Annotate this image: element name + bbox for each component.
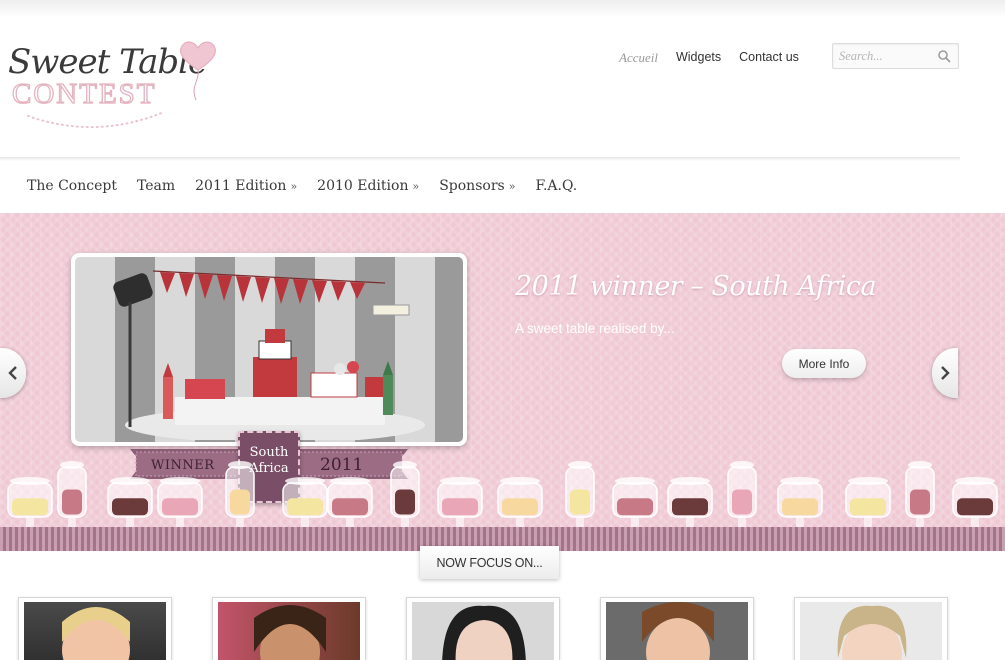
candy-fill — [672, 498, 708, 516]
jar-lid — [730, 461, 754, 469]
sweet-table-illustration — [113, 270, 425, 442]
scalloped-edge — [0, 209, 1005, 217]
jar-lid — [285, 477, 325, 485]
candy-fill — [230, 489, 250, 515]
jar-lid — [160, 477, 200, 485]
portrait-photo — [606, 602, 748, 660]
jar-lid — [500, 477, 540, 485]
nav-item-2010-edition[interactable]: 2010 Edition» — [317, 178, 419, 194]
jar-lid — [908, 461, 932, 469]
chevron-left-icon — [8, 366, 17, 380]
candy-fill — [502, 498, 538, 516]
slider-prev-button[interactable] — [0, 348, 26, 398]
jar-lid — [393, 461, 417, 469]
focus-thumbnail[interactable] — [212, 597, 366, 660]
logo-subtitle: CONTEST — [11, 77, 157, 110]
focus-thumbnail[interactable] — [600, 597, 754, 660]
candy-fill — [850, 498, 886, 516]
candy-fill — [112, 498, 148, 516]
candy-fill — [570, 489, 590, 515]
slide-image-frame[interactable] — [71, 253, 467, 446]
jar-lid — [10, 477, 50, 485]
slide-heading: 2011 winner – South Africa — [515, 271, 877, 302]
logo-dotted-swag — [27, 111, 165, 128]
jar-lid — [110, 477, 150, 485]
top-strip — [0, 0, 1005, 18]
jar-lid — [60, 461, 84, 469]
nav-item-team[interactable]: Team — [137, 178, 175, 194]
candy-fill — [162, 498, 198, 516]
top-nav-accueil[interactable]: Accueil — [610, 50, 667, 66]
focus-thumbnail[interactable] — [18, 597, 172, 660]
portrait-photo — [412, 602, 554, 660]
slide-photo-sweet-table — [75, 257, 463, 442]
featured-slider: WINNER South Africa 2011 2011 winner – S… — [0, 209, 1005, 551]
nav-item-label: F.A.Q. — [535, 178, 578, 194]
slider-next-button[interactable] — [932, 348, 958, 398]
top-navigation: Accueil Widgets Contact us — [610, 50, 808, 66]
nav-item-faq[interactable]: F.A.Q. — [535, 178, 577, 194]
search-icon[interactable] — [937, 49, 951, 63]
chevron-right-icon — [941, 366, 950, 380]
candy-fill — [732, 489, 752, 515]
submenu-arrow-icon: » — [290, 179, 298, 193]
main-navigation: The Concept Team 2011 Edition» 2010 Edit… — [27, 178, 597, 194]
top-nav-widgets[interactable]: Widgets — [667, 50, 730, 66]
jar-lid — [615, 477, 655, 485]
nav-item-label: 2011 Edition — [195, 178, 287, 194]
nav-item-label: 2010 Edition — [317, 178, 409, 194]
candy-fill — [782, 498, 818, 516]
jar-lid — [330, 477, 370, 485]
site-logo[interactable]: Sweet Table CONTEST — [6, 38, 221, 138]
top-nav-contact-us[interactable]: Contact us — [730, 50, 808, 66]
jar-lid — [670, 477, 710, 485]
submenu-arrow-icon: » — [412, 179, 420, 193]
nav-item-2011-edition[interactable]: 2011 Edition» — [195, 178, 297, 194]
search-input[interactable] — [839, 47, 934, 65]
more-info-button[interactable]: More Info — [782, 349, 866, 378]
jar-lid — [848, 477, 888, 485]
nav-item-label: Team — [136, 178, 176, 194]
jar-lid — [780, 477, 820, 485]
nav-item-label: Sponsors — [439, 178, 505, 194]
candy-fill — [910, 489, 930, 515]
focus-thumbnail[interactable] — [794, 597, 948, 660]
jar-lid — [228, 461, 252, 469]
slide-subtitle: A sweet table realised by... — [515, 321, 675, 336]
focus-thumbnail[interactable] — [406, 597, 560, 660]
heart-balloon-icon — [180, 41, 216, 101]
portrait-photo — [24, 602, 166, 660]
portrait-photo — [218, 602, 360, 660]
nav-item-label: The Concept — [27, 178, 117, 194]
jar-lid — [440, 477, 480, 485]
jar-lid — [568, 461, 592, 469]
candy-fill — [12, 498, 48, 516]
candy-jars-decoration — [7, 461, 998, 529]
now-focus-on-label: NOW FOCUS ON... — [420, 546, 559, 579]
jar-lid — [955, 477, 995, 485]
portrait-photo — [800, 602, 942, 660]
submenu-arrow-icon: » — [508, 179, 516, 193]
candy-fill — [617, 498, 653, 516]
candy-fill — [957, 498, 993, 516]
candy-fill — [442, 498, 478, 516]
search-box — [832, 43, 959, 69]
candy-fill — [62, 489, 82, 515]
candy-fill — [287, 498, 323, 516]
candy-fill — [332, 498, 368, 516]
header-divider — [0, 157, 960, 161]
nav-item-sponsors[interactable]: Sponsors» — [439, 178, 515, 194]
nav-item-the-concept[interactable]: The Concept — [27, 178, 117, 194]
candy-fill — [395, 489, 415, 515]
